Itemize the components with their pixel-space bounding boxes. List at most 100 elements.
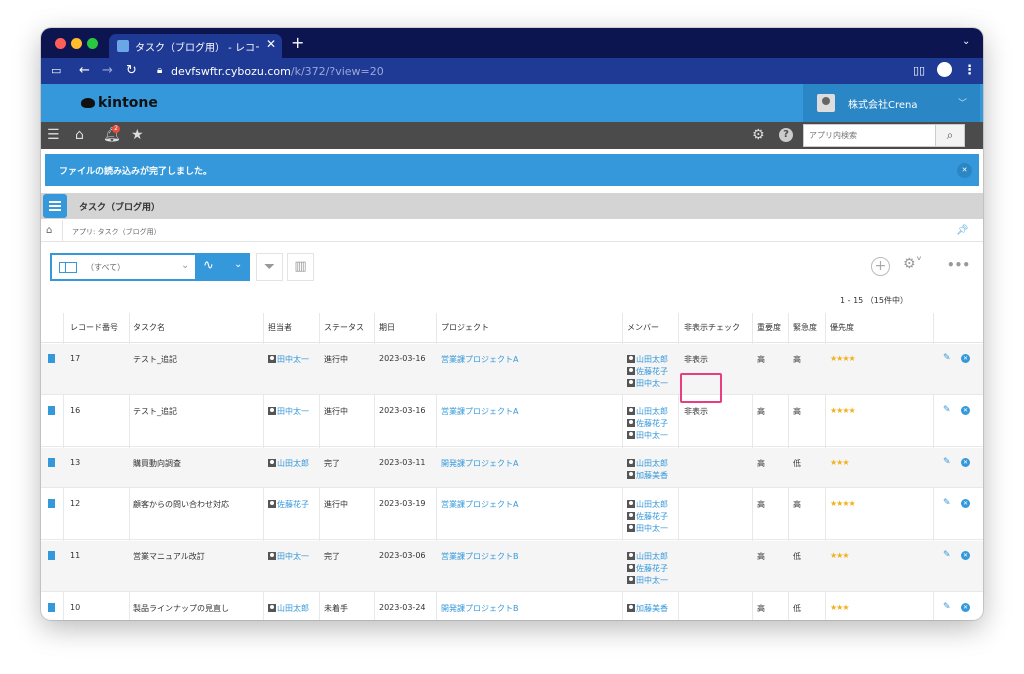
lock-icon[interactable]: 🔒︎ [157,65,162,76]
new-tab-button[interactable]: + [291,33,304,52]
record-detail-icon[interactable] [48,551,55,560]
star-icon[interactable]: ★ [131,127,144,143]
delete-icon[interactable]: ✕ [961,499,970,508]
add-record-button[interactable]: + [871,257,890,276]
column-header-owner[interactable]: 担当者 [268,322,292,333]
edit-pencil-icon[interactable]: ✎ [943,353,951,363]
member-user[interactable]: 山田太郎 [627,499,668,510]
column-header-urgency[interactable]: 緊急度 [793,322,817,333]
delete-icon[interactable]: ✕ [961,354,970,363]
project-link[interactable]: 開発課プロジェクトB [441,603,519,614]
breadcrumb-app-link[interactable]: アプリ: タスク（ブログ用） [72,227,161,237]
member-user[interactable]: 山田太郎 [627,551,668,562]
member-user[interactable]: 加藤美香 [627,603,668,614]
chart-button[interactable]: ▥ [287,253,314,281]
pin-icon[interactable]: 📌︎ [956,225,969,236]
record-detail-icon[interactable] [48,603,55,612]
table-row[interactable]: 12 顧客からの問い合わせ対応 佐藤花子 進行中 2023-03-19 営業課プ… [41,489,983,540]
edit-pencil-icon[interactable]: ✎ [943,550,951,560]
reader-mode-icon[interactable]: ▯▯ [913,64,925,77]
member-user[interactable]: 山田太郎 [627,354,668,365]
graph-view-button[interactable]: ∿ ⌄ [197,253,250,281]
help-icon[interactable]: ? [779,128,793,142]
delete-icon[interactable]: ✕ [961,603,970,612]
member-user[interactable]: 山田太郎 [627,406,668,417]
user-menu[interactable]: 株式会社Crena ﹀ [803,84,980,122]
record-detail-icon[interactable] [48,458,55,467]
zoom-window-button[interactable] [87,38,98,49]
project-link[interactable]: 営業課プロジェクトA [441,499,518,510]
column-header-project[interactable]: プロジェクト [441,322,489,333]
record-detail-icon[interactable] [48,406,55,415]
owner-user[interactable]: 田中太一 [268,551,309,562]
back-icon[interactable]: ← [79,63,90,78]
profile-icon[interactable] [937,62,952,77]
member-user[interactable]: 佐藤花子 [627,366,668,377]
column-header-record-number[interactable]: レコード番号 [70,322,118,333]
member-user[interactable]: 佐藤花子 [627,563,668,574]
owner-user[interactable]: 田中太一 [268,354,309,365]
column-header-hidden-check[interactable]: 非表示チェック [684,322,740,333]
filter-button[interactable]: ⏷ [256,253,283,281]
reload-icon[interactable]: ↻ [126,63,137,78]
kintone-logo[interactable]: kintone [81,95,158,111]
close-icon[interactable]: ✕ [957,163,972,178]
member-user[interactable]: 佐藤花子 [627,511,668,522]
project-link[interactable]: 営業課プロジェクトA [441,354,518,365]
project-link[interactable]: 営業課プロジェクトB [441,551,519,562]
edit-pencil-icon[interactable]: ✎ [943,405,951,415]
browser-tab[interactable]: タスク（ブログ用） - レコードの一覧 ✕ [109,34,282,58]
tab-close-icon[interactable]: ✕ [266,37,276,51]
member-user[interactable]: 田中太一 [627,378,668,389]
more-options-icon[interactable]: ••• [947,258,970,272]
owner-user[interactable]: 山田太郎 [268,458,309,469]
delete-icon[interactable]: ✕ [961,458,970,467]
column-header-members[interactable]: メンバー [627,322,659,333]
delete-icon[interactable]: ✕ [961,551,970,560]
table-row[interactable]: 16 テスト_追記 田中太一 進行中 2023-03-16 営業課プロジェクトA… [41,396,983,447]
home-icon[interactable]: ⌂ [75,127,84,143]
member-user[interactable]: 加藤美香 [627,470,668,481]
address-bar[interactable]: devfswftr.cybozu.com/k/372/?view=20 [171,65,384,78]
forward-icon[interactable]: → [102,63,113,78]
app-settings-gear-icon[interactable]: ⚙˅ [903,256,923,272]
minimize-window-button[interactable] [71,38,82,49]
edit-pencil-icon[interactable]: ✎ [943,498,951,508]
member-user[interactable]: 田中太一 [627,430,668,441]
delete-icon[interactable]: ✕ [961,406,970,415]
table-row[interactable]: 13 購買動向調査 山田太郎 完了 2023-03-11 開発課プロジェクトA … [41,448,983,488]
member-user[interactable]: 山田太郎 [627,458,668,469]
owner-user[interactable]: 田中太一 [268,406,309,417]
column-header-task-name[interactable]: タスク名 [133,322,165,333]
table-row[interactable]: 17 テスト_追記 田中太一 進行中 2023-03-16 営業課プロジェクトA… [41,344,983,395]
table-row[interactable]: 10 製品ラインナップの見直し 山田太郎 未着手 2023-03-24 開発課プ… [41,593,983,620]
project-link[interactable]: 営業課プロジェクトA [441,406,518,417]
record-detail-icon[interactable] [48,499,55,508]
edit-pencil-icon[interactable]: ✎ [943,602,951,612]
browser-menu-icon[interactable]: ⋮ [963,63,976,78]
search-icon[interactable]: ⌕ [935,125,964,146]
member-user[interactable]: 田中太一 [627,575,668,586]
menu-icon[interactable]: ☰ [47,127,60,143]
column-header-status[interactable]: ステータス [324,322,364,333]
owner-user[interactable]: 山田太郎 [268,603,309,614]
tab-strip: タスク（ブログ用） - レコードの一覧 ✕ + ⌄ [41,28,983,58]
edit-pencil-icon[interactable]: ✎ [943,457,951,467]
user-icon [627,367,635,375]
close-window-button[interactable] [55,38,66,49]
gear-icon[interactable]: ⚙ [752,127,765,143]
owner-user[interactable]: 佐藤花子 [268,499,309,510]
breadcrumb-home-icon[interactable]: ⌂ [46,225,52,236]
view-selector[interactable]: （すべて） ⌄ [50,253,197,281]
column-header-priority[interactable]: 優先度 [830,322,854,333]
column-header-due-date[interactable]: 期日 [379,322,395,333]
column-header-importance[interactable]: 重要度 [757,322,781,333]
tab-search-chevron-icon[interactable]: ⌄ [962,36,970,47]
member-user[interactable]: 佐藤花子 [627,418,668,429]
project-link[interactable]: 開発課プロジェクトA [441,458,518,469]
table-row[interactable]: 11 営業マニュアル改訂 田中太一 完了 2023-03-06 営業課プロジェク… [41,541,983,592]
app-search-input[interactable] [804,125,934,146]
sidebar-icon[interactable]: ▭ [51,64,61,77]
record-detail-icon[interactable] [48,354,55,363]
member-user[interactable]: 田中太一 [627,523,668,534]
